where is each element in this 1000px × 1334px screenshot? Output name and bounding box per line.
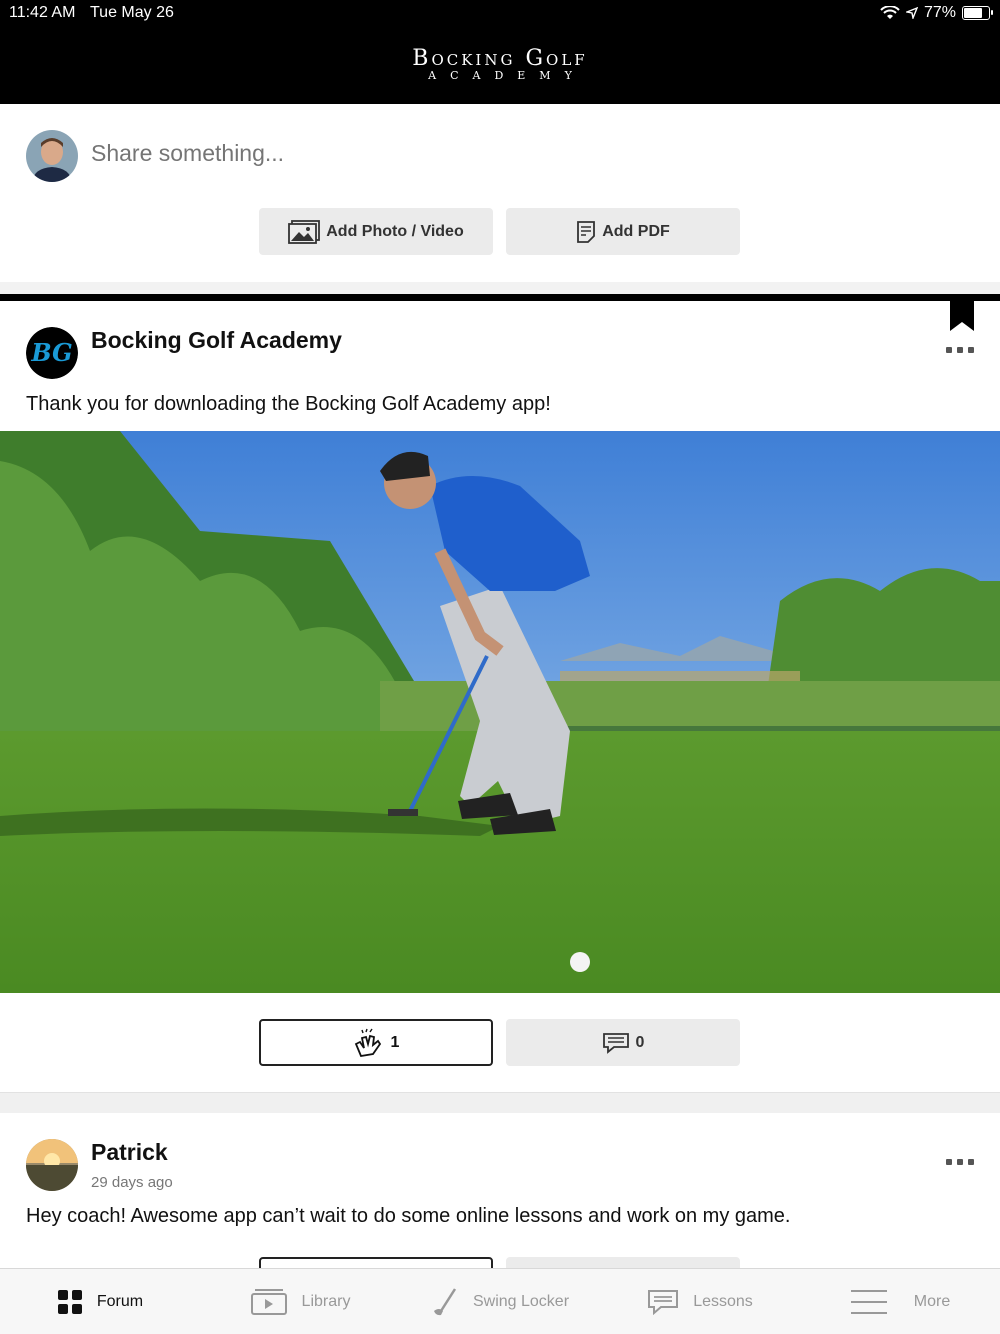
- clap-icon: [354, 1028, 381, 1057]
- tab-label: Library: [301, 1292, 351, 1310]
- battery-percent: 77%: [923, 4, 956, 21]
- chat-icon: [648, 1289, 679, 1315]
- status-indicators: 77%: [880, 4, 993, 22]
- post-divider: [0, 1092, 1000, 1113]
- comment-icon: [602, 1032, 629, 1054]
- golf-club-icon: [433, 1287, 457, 1315]
- status-time: 11:42 AM: [9, 4, 76, 21]
- svg-text:BG: BG: [30, 338, 72, 367]
- add-pdf-label: Add PDF: [602, 222, 670, 240]
- tab-lessons[interactable]: Lessons: [600, 1269, 800, 1334]
- post-text: Hey coach! Awesome app can’t wait to do …: [26, 1205, 791, 1227]
- tab-label: Swing Locker: [472, 1292, 570, 1310]
- comment-count: 0: [635, 1033, 645, 1051]
- post-author[interactable]: Patrick: [91, 1139, 168, 1166]
- tab-more[interactable]: More: [800, 1269, 1000, 1334]
- user-avatar[interactable]: [26, 130, 78, 182]
- logo-main-text: Bocking Golf: [412, 46, 588, 71]
- tab-label: More: [913, 1292, 951, 1310]
- add-photo-video-label: Add Photo / Video: [326, 222, 464, 240]
- post-text: Thank you for downloading the Bocking Go…: [26, 393, 551, 415]
- photo-icon: [288, 219, 321, 244]
- feed-post: BG Bocking Golf Academy Thank you for do…: [0, 301, 1000, 1092]
- feed-post: Patrick 29 days ago Hey coach! Awesome a…: [0, 1113, 1000, 1287]
- tab-forum[interactable]: Forum: [0, 1269, 200, 1334]
- status-date: Tue May 26: [90, 4, 174, 21]
- grid-icon: [57, 1289, 82, 1314]
- logo-sub-text: ACADEMY: [428, 69, 586, 82]
- tab-label: Lessons: [693, 1292, 753, 1310]
- video-folder-icon: [250, 1288, 287, 1315]
- post-timestamp: 29 days ago: [91, 1174, 173, 1191]
- clap-count: 1: [390, 1033, 400, 1051]
- tab-library[interactable]: Library: [200, 1269, 400, 1334]
- patrick-avatar[interactable]: [26, 1139, 78, 1191]
- post-options-icon[interactable]: [946, 1159, 974, 1167]
- wifi-icon: [880, 6, 900, 19]
- post-image[interactable]: [0, 431, 1000, 993]
- pinned-divider: [0, 294, 1000, 301]
- post-author[interactable]: Bocking Golf Academy: [91, 327, 342, 354]
- add-photo-video-button[interactable]: Add Photo / Video: [259, 208, 493, 255]
- section-divider: [0, 282, 1000, 294]
- tab-swing-locker[interactable]: Swing Locker: [400, 1269, 600, 1334]
- bookmark-icon[interactable]: [950, 301, 974, 331]
- tab-label: Forum: [96, 1292, 144, 1310]
- bottom-tab-bar: Forum Library Swing Locker Lessons More: [0, 1268, 1000, 1334]
- brand-logo: Bocking Golf ACADEMY: [0, 46, 1000, 82]
- post-options-icon[interactable]: [946, 347, 974, 355]
- document-icon: [577, 220, 596, 243]
- share-input[interactable]: [91, 140, 691, 167]
- post-composer: Add Photo / Video Add PDF: [0, 104, 1000, 282]
- add-pdf-button[interactable]: Add PDF: [506, 208, 740, 255]
- app-header: 11:42 AM Tue May 26 77% Bocking Golf ACA…: [0, 0, 1000, 104]
- battery-icon: [962, 6, 993, 20]
- menu-icon: [850, 1289, 887, 1314]
- clap-button[interactable]: 1: [259, 1019, 493, 1066]
- location-icon: [905, 7, 918, 19]
- academy-avatar[interactable]: BG: [26, 327, 78, 379]
- comment-button[interactable]: 0: [506, 1019, 740, 1066]
